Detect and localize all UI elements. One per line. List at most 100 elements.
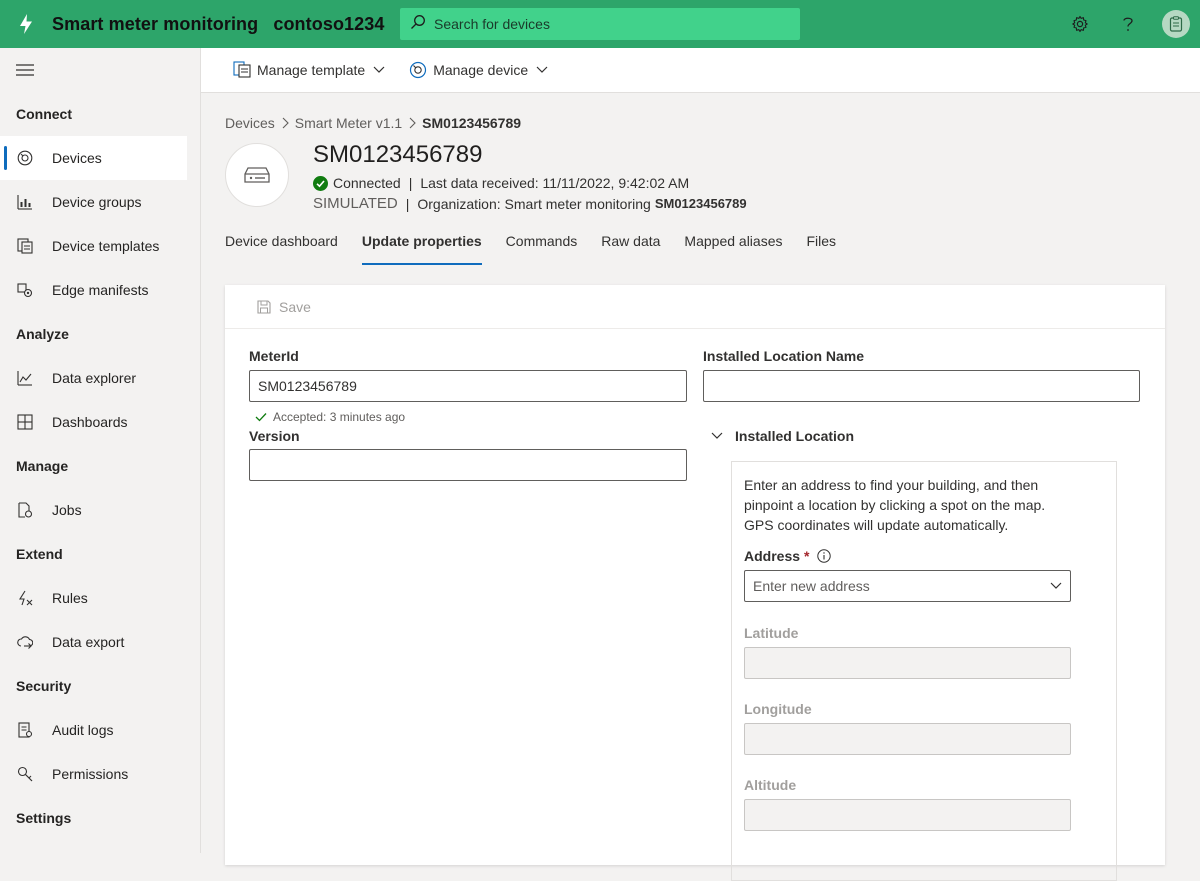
sidebar-item-device-groups[interactable]: Device groups <box>0 180 200 224</box>
installed-location-toggle[interactable]: Installed Location <box>711 428 854 444</box>
breadcrumb-devices[interactable]: Devices <box>225 115 275 131</box>
pipe-separator: | <box>405 195 410 212</box>
data-export-icon <box>16 633 34 651</box>
org-name: contoso1234 <box>273 13 385 34</box>
sidebar-item-device-templates[interactable]: Device templates <box>0 224 200 268</box>
manage-device-button[interactable]: Manage device <box>409 61 548 79</box>
altitude-field <box>744 799 1071 831</box>
sidebar-item-data-explorer[interactable]: Data explorer <box>0 356 200 400</box>
last-data-received: Last data received: 11/11/2022, 9:42:02 … <box>420 175 690 191</box>
dashboard-icon <box>16 413 34 431</box>
manage-template-button[interactable]: Manage template <box>233 61 385 79</box>
app-name: Smart meter monitoring <box>52 13 259 34</box>
chart-line-icon <box>16 369 34 387</box>
tab-list: Device dashboard Update properties Comma… <box>225 233 860 265</box>
organization-id: SM0123456789 <box>654 196 747 211</box>
sidebar-item-edge-manifests[interactable]: Edge manifests <box>0 268 200 312</box>
main-content: Devices Smart Meter v1.1 SM0123456789 SM… <box>201 93 1200 881</box>
device-templates-icon <box>16 237 34 255</box>
app-title[interactable]: Smart meter monitoring contoso1234 <box>52 14 394 35</box>
save-icon <box>257 299 271 314</box>
installed-location-name-label: Installed Location Name <box>703 348 865 364</box>
status-badge: Connected <box>333 175 401 191</box>
gear-icon[interactable] <box>1056 0 1104 48</box>
hamburger-menu-icon[interactable] <box>0 48 200 92</box>
command-bar: Manage template Manage device <box>201 48 1200 93</box>
device-type: SIMULATED <box>313 195 398 212</box>
device-icon <box>225 143 289 207</box>
info-icon[interactable] <box>817 549 832 563</box>
sidebar-item-jobs[interactable]: Jobs <box>0 488 200 532</box>
section-security: Security <box>16 678 72 694</box>
manage-device-label: Manage device <box>433 62 529 78</box>
chevron-down-icon <box>536 66 548 74</box>
sidebar-item-label: Data explorer <box>52 370 137 386</box>
manage-template-label: Manage template <box>257 62 366 78</box>
version-field[interactable] <box>249 449 687 481</box>
version-label: Version <box>249 428 300 444</box>
chevron-down-icon <box>1050 582 1062 590</box>
sidebar-item-label: Permissions <box>52 766 129 782</box>
sidebar-item-label: Jobs <box>52 502 82 518</box>
installed-location-panel: Enter an address to find your building, … <box>731 461 1117 881</box>
sidebar-item-audit-logs[interactable]: Audit logs <box>0 708 200 752</box>
pipe-separator: | <box>408 175 413 191</box>
sidebar-item-devices[interactable]: Devices <box>0 136 187 180</box>
meter-id-status: Accepted: 3 minutes ago <box>255 410 405 424</box>
address-placeholder: Enter new address <box>753 578 870 594</box>
help-icon[interactable] <box>1104 0 1152 48</box>
section-settings[interactable]: Settings <box>0 796 200 840</box>
longitude-label: Longitude <box>744 701 812 717</box>
installed-location-name-field[interactable] <box>703 370 1140 402</box>
sidebar: Connect Devices Device groups Device tem… <box>0 48 201 853</box>
required-mark: * <box>804 548 810 564</box>
sidebar-item-permissions[interactable]: Permissions <box>0 752 200 796</box>
address-label: Address * <box>744 548 832 564</box>
avatar <box>1162 10 1190 38</box>
section-manage: Manage <box>16 458 69 474</box>
section-analyze: Analyze <box>16 326 69 342</box>
breadcrumb-current: SM0123456789 <box>422 115 522 131</box>
sidebar-item-data-export[interactable]: Data export <box>0 620 200 664</box>
save-button[interactable]: Save <box>225 285 1165 329</box>
search-input[interactable] <box>432 15 782 33</box>
tab-raw-data[interactable]: Raw data <box>601 233 660 265</box>
sidebar-item-label: Edge manifests <box>52 282 149 298</box>
meter-id-label: MeterId <box>249 348 299 364</box>
sidebar-item-dashboards[interactable]: Dashboards <box>0 400 200 444</box>
tab-device-dashboard[interactable]: Device dashboard <box>225 233 338 265</box>
check-circle-icon <box>313 175 328 191</box>
chevron-right-icon <box>281 117 289 129</box>
sidebar-item-label: Device groups <box>52 194 142 210</box>
latitude-field <box>744 647 1071 679</box>
sidebar-item-label: Rules <box>52 590 88 606</box>
sidebar-item-label: Devices <box>52 150 102 166</box>
breadcrumb: Devices Smart Meter v1.1 SM0123456789 <box>225 115 521 131</box>
address-dropdown[interactable]: Enter new address <box>744 570 1071 602</box>
address-label-text: Address <box>744 548 801 564</box>
lightning-bolt-icon[interactable] <box>0 0 52 48</box>
tab-commands[interactable]: Commands <box>506 233 578 265</box>
sidebar-item-label: Dashboards <box>52 414 128 430</box>
search-icon <box>410 14 426 35</box>
tab-mapped-aliases[interactable]: Mapped aliases <box>684 233 782 265</box>
tab-files[interactable]: Files <box>806 233 836 265</box>
devices-icon <box>409 61 427 79</box>
location-description: Enter an address to find your building, … <box>744 477 1046 533</box>
breadcrumb-template[interactable]: Smart Meter v1.1 <box>295 115 402 131</box>
device-name: SM0123456789 <box>313 141 483 168</box>
meter-id-field[interactable]: SM0123456789 <box>249 370 687 402</box>
audit-logs-icon <box>16 721 34 739</box>
avatar-icon[interactable] <box>1152 0 1200 48</box>
rules-icon <box>16 589 34 607</box>
devices-icon <box>16 149 34 167</box>
chevron-down-icon <box>711 432 723 440</box>
sidebar-item-rules[interactable]: Rules <box>0 576 200 620</box>
permissions-icon <box>16 765 34 783</box>
jobs-icon <box>16 501 34 519</box>
section-connect: Connect <box>16 106 72 122</box>
search-box[interactable] <box>400 8 800 40</box>
tab-update-properties[interactable]: Update properties <box>361 233 482 265</box>
latitude-label: Latitude <box>744 625 799 641</box>
device-organization: SIMULATED | Organization: Smart meter mo… <box>313 195 747 212</box>
